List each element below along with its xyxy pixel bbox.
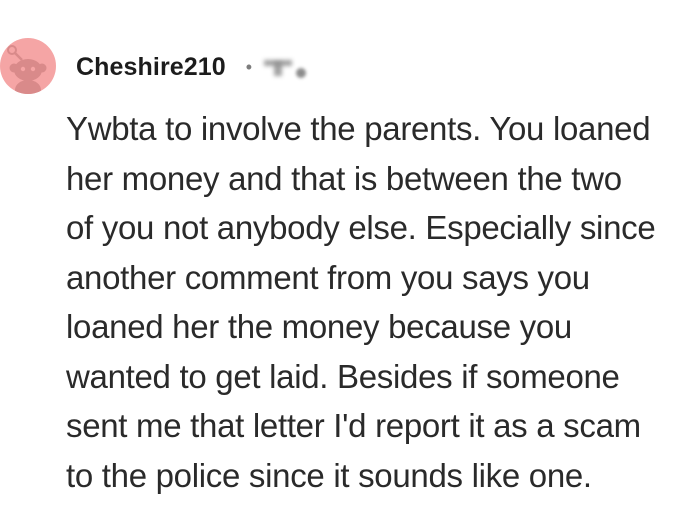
user-avatar[interactable] bbox=[0, 38, 56, 94]
comment-header: Cheshire210 • bbox=[76, 50, 314, 84]
comment-body-line: loaned her the money because you bbox=[66, 308, 572, 345]
comment-body-line: Ywbta to involve the parents. You loaned bbox=[66, 110, 651, 147]
comment-body-line: to the police since it sounds like one. bbox=[66, 456, 592, 494]
comment-body: Ywbta to involve the parents. You loaned… bbox=[66, 104, 696, 500]
comment-body-line: of you not anybody else. Especially sinc… bbox=[66, 209, 656, 246]
snoo-avatar-icon bbox=[7, 45, 47, 94]
comment-body-line: wanted to get laid. Besides if someone bbox=[66, 357, 620, 395]
blurred-timestamp bbox=[262, 54, 314, 80]
separator-dot: • bbox=[245, 56, 253, 77]
comment: Cheshire210 • Ywbta to involve the paren… bbox=[0, 0, 700, 515]
username[interactable]: Cheshire210 bbox=[76, 53, 226, 82]
comment-body-line: another comment from you says you bbox=[66, 258, 590, 296]
comment-body-line: sent me that letter I'd report it as a s… bbox=[66, 407, 641, 444]
comment-body-line: her money and that is between the two bbox=[66, 159, 622, 197]
